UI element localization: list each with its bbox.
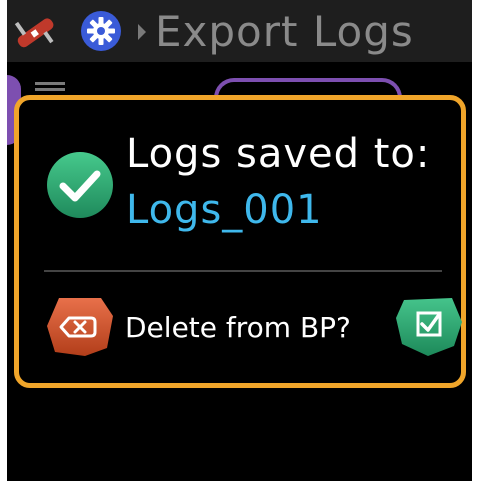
log-folder-name: Logs_001 bbox=[126, 187, 323, 233]
header-bar: Export Logs bbox=[7, 0, 472, 62]
breadcrumb-chevron-icon bbox=[138, 24, 146, 40]
confirm-button[interactable] bbox=[394, 296, 464, 358]
device-screen: Export Logs Logs saved to: Logs_001 Dele… bbox=[7, 0, 472, 481]
gear-icon[interactable] bbox=[80, 10, 122, 52]
saved-message: Logs saved to: bbox=[126, 131, 431, 177]
swiss-knife-icon[interactable] bbox=[13, 10, 57, 54]
divider bbox=[44, 270, 442, 272]
checkmark-icon bbox=[47, 152, 113, 218]
delete-question: Delete from BP? bbox=[125, 311, 351, 344]
cancel-button[interactable] bbox=[45, 296, 115, 358]
page-title: Export Logs bbox=[155, 7, 414, 56]
export-result-dialog: Logs saved to: Logs_001 Delete from BP? bbox=[14, 95, 466, 388]
